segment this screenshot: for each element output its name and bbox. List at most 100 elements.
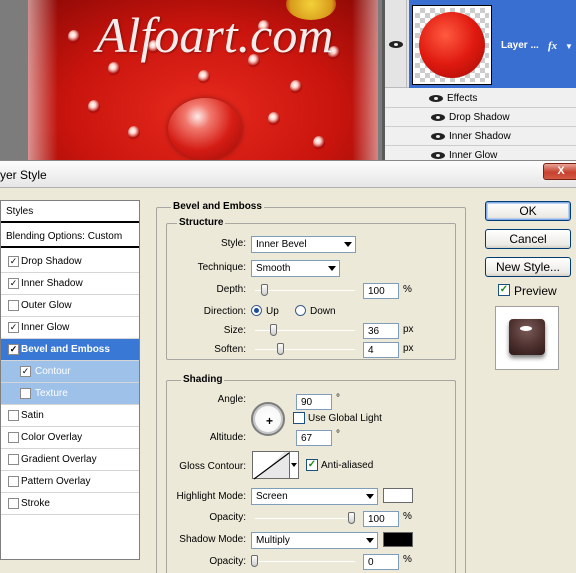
soften-input[interactable]: 4 (363, 342, 399, 358)
shadow-opacity-input[interactable]: 0 (363, 554, 399, 570)
eye-icon[interactable] (429, 94, 443, 103)
gloss-contour-dropdown[interactable] (290, 451, 299, 479)
angle-input[interactable]: 90 (296, 394, 332, 410)
style-item-contour[interactable]: ✓ Contour (1, 361, 139, 383)
contour-curve-icon (253, 452, 290, 480)
highlight-color-swatch[interactable] (383, 488, 413, 503)
style-select-value: Inner Bevel (256, 239, 307, 250)
dialog-titlebar[interactable]: yer Style X (0, 160, 576, 188)
eye-icon[interactable] (431, 132, 445, 141)
blending-options[interactable]: Blending Options: Custom (1, 226, 139, 248)
effect-inner-glow[interactable]: Inner Glow (385, 146, 576, 160)
highlight-opacity-thumb[interactable] (348, 512, 355, 524)
style-checkbox[interactable]: ✓ (8, 322, 19, 333)
style-checkbox[interactable] (8, 300, 19, 311)
style-checkbox[interactable] (20, 388, 31, 399)
eye-icon[interactable] (431, 151, 445, 160)
style-checkbox[interactable] (8, 454, 19, 465)
strawberry-seed (128, 126, 140, 140)
style-item-bevel-and-emboss[interactable]: ✓ Bevel and Emboss (1, 339, 139, 361)
style-item-outer-glow[interactable]: Outer Glow (1, 295, 139, 317)
shadow-opacity-track[interactable] (255, 561, 355, 562)
angle-dial[interactable]: + (251, 402, 285, 436)
shading-title: Shading (181, 374, 225, 385)
strawberry-seed (68, 30, 80, 44)
style-item-inner-glow[interactable]: ✓ Inner Glow (1, 317, 139, 339)
styles-header[interactable]: Styles (1, 201, 139, 223)
blending-options-label: Blending Options: Custom (6, 231, 123, 242)
style-item-label: Color Overlay (21, 432, 83, 443)
depth-unit: % (403, 284, 412, 295)
style-item-gradient-overlay[interactable]: Gradient Overlay (1, 449, 139, 471)
cancel-button[interactable]: Cancel (485, 229, 571, 249)
size-input[interactable]: 36 (363, 323, 399, 339)
shadow-opacity-unit: % (403, 554, 412, 565)
style-checkbox[interactable]: ✓ (8, 344, 19, 355)
fx-icon[interactable]: fx (548, 40, 557, 52)
chevron-down-icon[interactable]: ▼ (565, 42, 573, 51)
layer-row[interactable]: Layer ... fx ▼ (385, 0, 576, 88)
preview-checkbox[interactable]: ✓ (498, 284, 510, 296)
technique-select[interactable]: Smooth (251, 260, 340, 277)
style-item-satin[interactable]: Satin (1, 405, 139, 427)
style-item-stroke[interactable]: Stroke (1, 493, 139, 515)
shadow-opacity-thumb[interactable] (251, 555, 258, 567)
size-slider-thumb[interactable] (270, 324, 277, 336)
watermark-text: Alfoart.com (96, 7, 334, 63)
style-checkbox[interactable] (8, 432, 19, 443)
style-checkbox[interactable]: ✓ (8, 278, 19, 289)
shadow-color-swatch[interactable] (383, 532, 413, 547)
soften-slider-track[interactable] (255, 349, 355, 350)
style-checkbox[interactable] (8, 498, 19, 509)
chevron-down-icon (366, 538, 374, 543)
direction-up-radio[interactable] (251, 305, 262, 316)
style-item-drop-shadow[interactable]: ✓ Drop Shadow (1, 251, 139, 273)
eye-icon[interactable] (431, 113, 445, 122)
highlight-opacity-input[interactable]: 100 (363, 511, 399, 527)
style-item-label: Inner Glow (21, 322, 70, 333)
highlight-opacity-track[interactable] (255, 518, 355, 519)
global-light-checkbox[interactable] (293, 412, 305, 424)
effect-drop-shadow[interactable]: Drop Shadow (385, 108, 576, 127)
shadow-mode-label: Shadow Mode: (179, 534, 246, 545)
depth-input[interactable]: 100 (363, 283, 399, 299)
style-item-inner-shadow[interactable]: ✓ Inner Shadow (1, 273, 139, 295)
soften-label: Soften: (214, 344, 246, 355)
direction-down-label: Down (310, 306, 336, 317)
workspace: Alfoart.com Layer ... fx ▼ Effects Drop … (0, 0, 576, 160)
close-button[interactable]: X (543, 163, 576, 180)
depth-slider-track[interactable] (255, 290, 355, 291)
style-item-texture[interactable]: Texture (1, 383, 139, 405)
soften-slider-thumb[interactable] (277, 343, 284, 355)
style-item-label: Pattern Overlay (21, 476, 91, 487)
new-style-button[interactable]: New Style... (485, 257, 571, 277)
style-checkbox[interactable] (8, 476, 19, 487)
altitude-input[interactable]: 67 (296, 430, 332, 446)
layer-visibility-toggle[interactable] (385, 0, 407, 88)
gloss-contour-picker[interactable] (252, 451, 290, 480)
strawberry-seed (268, 112, 280, 126)
style-checkbox[interactable] (8, 410, 19, 421)
highlight-opacity-value: 100 (368, 514, 385, 525)
style-item-pattern-overlay[interactable]: Pattern Overlay (1, 471, 139, 493)
angle-label: Angle: (217, 394, 246, 405)
style-select[interactable]: Inner Bevel (251, 236, 356, 253)
style-checkbox[interactable]: ✓ (8, 256, 19, 267)
canvas-image[interactable]: Alfoart.com (28, 0, 378, 160)
water-drop (168, 98, 242, 160)
anti-aliased-checkbox[interactable]: ✓ (306, 459, 318, 471)
style-checkbox[interactable]: ✓ (20, 366, 31, 377)
style-item-color-overlay[interactable]: Color Overlay (1, 427, 139, 449)
direction-down-radio[interactable] (295, 305, 306, 316)
depth-slider-thumb[interactable] (261, 284, 268, 296)
ok-button[interactable]: OK (485, 201, 571, 221)
style-item-label: Gradient Overlay (21, 454, 97, 465)
layer-name[interactable]: Layer ... (501, 40, 539, 51)
highlight-mode-select[interactable]: Screen (251, 488, 378, 505)
layer-thumbnail[interactable] (412, 5, 492, 85)
eye-icon[interactable] (389, 40, 403, 49)
effect-label: Drop Shadow (449, 112, 510, 123)
effects-row[interactable]: Effects (385, 89, 576, 108)
shadow-mode-select[interactable]: Multiply (251, 532, 378, 549)
effect-inner-shadow[interactable]: Inner Shadow (385, 127, 576, 146)
